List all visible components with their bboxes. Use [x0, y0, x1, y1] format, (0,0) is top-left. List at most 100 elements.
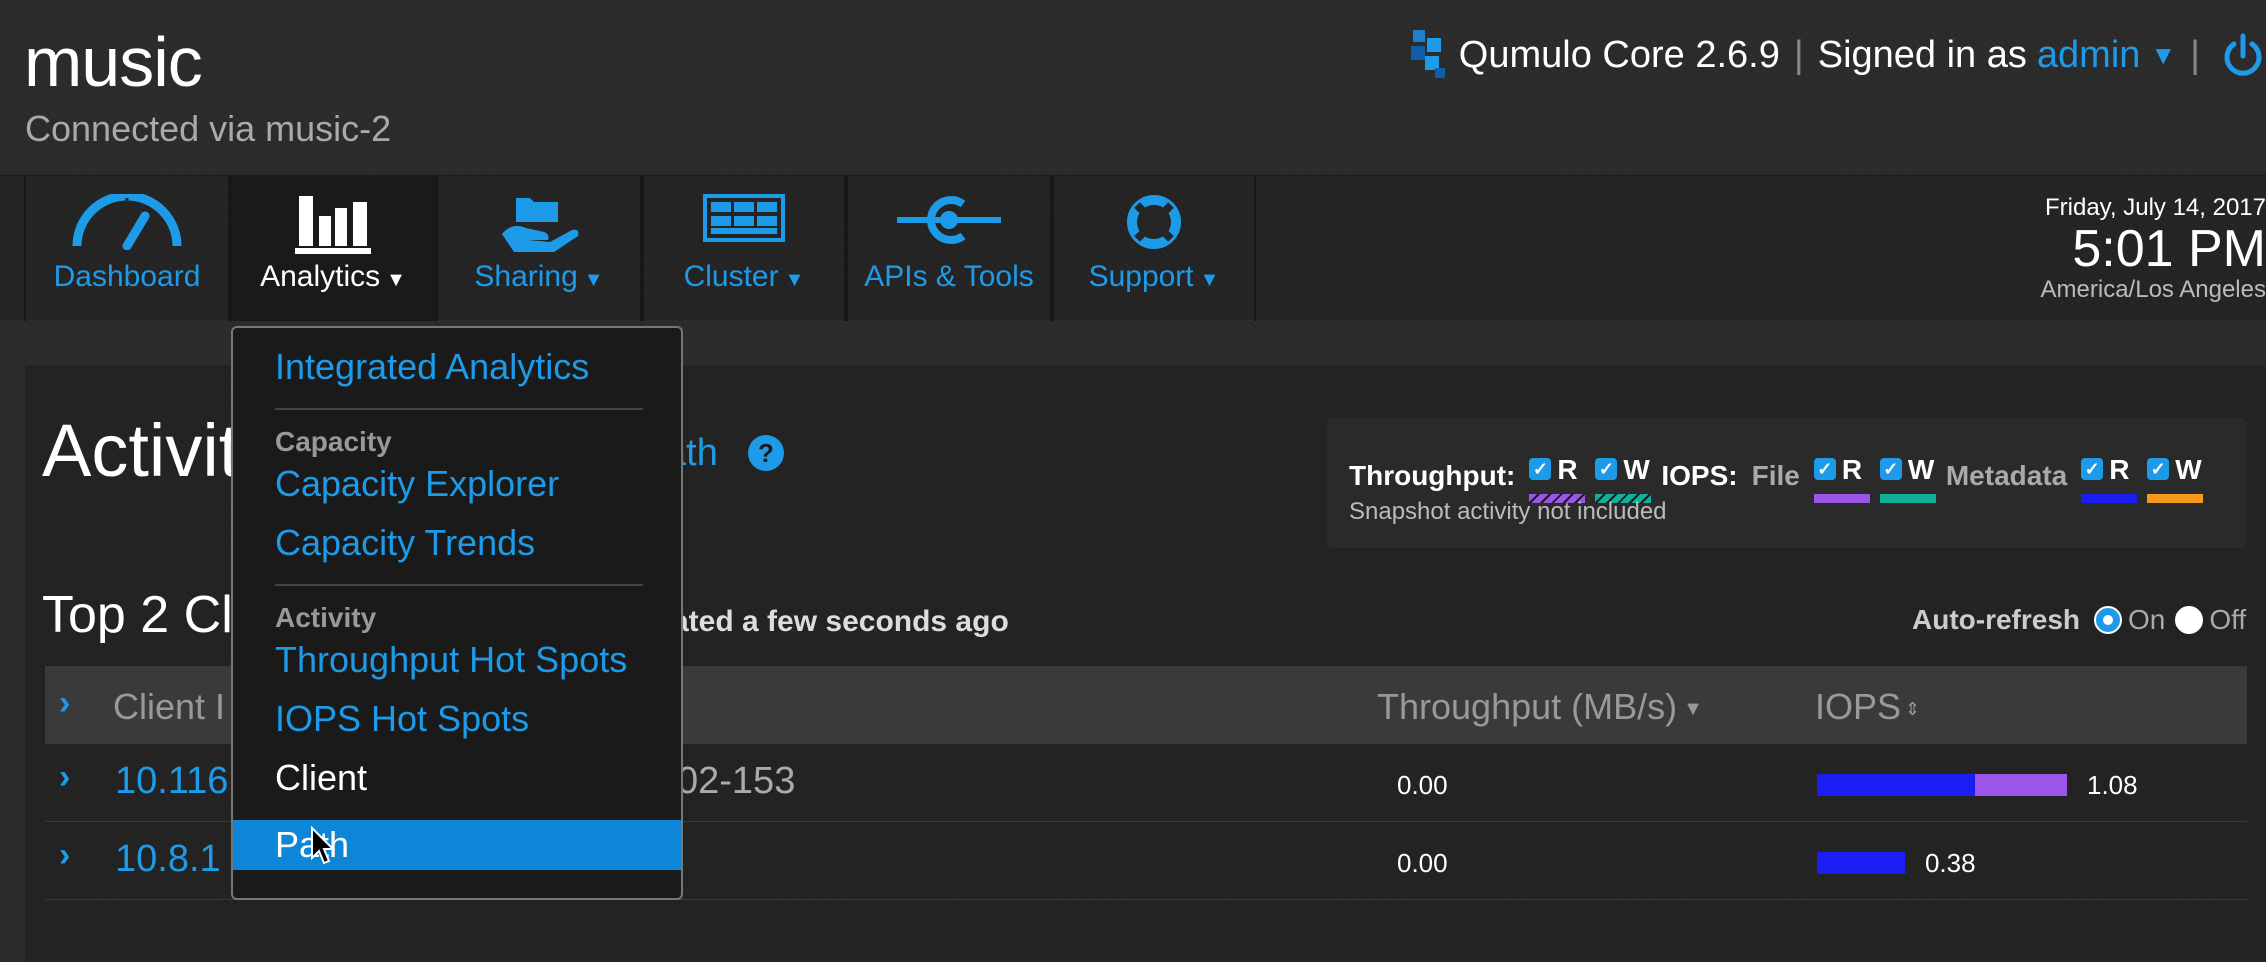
- throughput-value: 0.00: [1397, 770, 1448, 800]
- menu-divider: [275, 408, 643, 410]
- nav-support[interactable]: Support ▼: [1052, 176, 1256, 321]
- auto-refresh-control: Auto-refresh On Off: [1912, 604, 2256, 636]
- expand-row-icon[interactable]: ›: [59, 758, 70, 797]
- activity-legend: Throughput: ✓ R ✓ W IOPS: File ✓ R ✓ W Metad…: [1327, 418, 2247, 548]
- checkbox-checked-icon: ✓: [2147, 458, 2170, 480]
- api-icon: [897, 196, 1001, 244]
- chevron-down-icon: ▼: [1199, 269, 1220, 291]
- connection-status: Connected via music-2: [25, 108, 392, 149]
- write-letter: W: [2175, 454, 2202, 485]
- menu-item-path[interactable]: Path: [233, 820, 681, 870]
- server-rack-icon: [703, 194, 785, 242]
- iops-value: 1.08: [2087, 770, 2138, 800]
- chevron-down-icon: ▼: [784, 269, 805, 291]
- sort-desc-icon: ▼: [1683, 697, 1703, 720]
- menu-heading-activity: Activity: [275, 602, 377, 633]
- expand-row-icon[interactable]: ›: [59, 836, 70, 875]
- menu-item-throughput-hot-spots[interactable]: Throughput Hot Spots: [233, 639, 681, 681]
- auto-refresh-off-radio[interactable]: [2175, 606, 2204, 634]
- nav-label-text: Cluster: [683, 260, 779, 293]
- separator: |: [2190, 33, 2200, 76]
- menu-item-client[interactable]: Client: [233, 757, 681, 799]
- throughput-value: 0.00: [1397, 848, 1448, 878]
- read-letter: R: [2109, 454, 2130, 485]
- iops-label: IOPS:: [1661, 460, 1738, 491]
- legend-swatch: [1879, 494, 1936, 503]
- column-iops[interactable]: IOPS ⇕: [1815, 686, 1920, 728]
- lifebuoy-icon: [1127, 195, 1181, 249]
- client-ip[interactable]: 10.8.1: [115, 838, 221, 881]
- chevron-down-icon: ▼: [583, 269, 604, 291]
- iops-read-segment: [1817, 774, 1975, 796]
- qumulo-logo-icon: [1410, 30, 1445, 78]
- auto-refresh-on-radio[interactable]: [2094, 606, 2123, 634]
- auto-refresh-label: Auto-refresh: [1912, 604, 2081, 635]
- menu-divider: [275, 584, 643, 586]
- write-letter: W: [1907, 454, 1935, 485]
- throughput-read-toggle[interactable]: ✓ R: [1529, 440, 1586, 503]
- file-label: File: [1751, 460, 1800, 491]
- power-icon[interactable]: [2220, 32, 2266, 78]
- off-label: Off: [2209, 604, 2247, 635]
- chevron-down-icon: ▼: [386, 269, 406, 291]
- nav-label: Dashboard: [53, 260, 201, 293]
- last-updated: ated a few seconds ago: [672, 605, 1009, 638]
- sort-icon: ⇕: [1905, 698, 1921, 719]
- current-date: Friday, July 14, 2017: [2044, 194, 2266, 221]
- checkbox-checked-icon: ✓: [1595, 458, 1618, 480]
- mouse-cursor-icon: [311, 826, 336, 865]
- checkbox-checked-icon: ✓: [1879, 458, 1902, 480]
- nav-sharing[interactable]: Sharing ▼: [436, 176, 642, 321]
- write-letter: W: [1623, 454, 1650, 485]
- metadata-write-toggle[interactable]: ✓ W: [2147, 440, 2204, 503]
- hand-folder-icon: [502, 198, 579, 252]
- menu-item-capacity-explorer[interactable]: Capacity Explorer: [233, 463, 681, 505]
- column-client-ip[interactable]: Client I: [113, 686, 225, 728]
- clock: Friday, July 14, 2017 5:01 PM America/Lo…: [2041, 194, 2266, 304]
- iops-write-segment: [1974, 774, 2067, 796]
- user-menu[interactable]: admin: [2037, 34, 2141, 77]
- menu-item-capacity-trends[interactable]: Capacity Trends: [233, 522, 681, 564]
- iops-bar: [1817, 852, 1905, 874]
- file-write-toggle[interactable]: ✓ W: [1879, 440, 1936, 503]
- current-time: 5:01 PM: [2072, 220, 2266, 278]
- bar-chart-icon: [295, 196, 371, 254]
- column-throughput-label: Throughput (MB/s): [1377, 686, 1678, 727]
- nav-label-text: Support: [1088, 260, 1194, 293]
- legend-swatch: [2081, 494, 2138, 503]
- nav-label: Support ▼: [1054, 260, 1254, 294]
- analytics-dropdown-menu: Integrated Analytics Capacity Capacity E…: [231, 326, 683, 900]
- product-version: Qumulo Core 2.6.9: [1458, 33, 1780, 76]
- signed-in-label: Signed in as: [1817, 33, 2027, 76]
- nav-cluster[interactable]: Cluster ▼: [642, 176, 846, 321]
- menu-item-integrated-analytics[interactable]: Integrated Analytics: [233, 346, 681, 388]
- nav-apis-tools[interactable]: APIs & Tools: [846, 176, 1052, 321]
- separator: |: [1793, 33, 1804, 76]
- read-letter: R: [1557, 454, 1578, 485]
- iops-read-segment: [1817, 852, 1905, 874]
- section-title: Top 2 Cli: [42, 586, 245, 644]
- legend-swatch: [2147, 494, 2204, 503]
- nav-label-text: Sharing: [474, 260, 578, 293]
- menu-item-iops-hot-spots[interactable]: IOPS Hot Spots: [233, 698, 681, 740]
- throughput-write-toggle[interactable]: ✓ W: [1595, 440, 1652, 503]
- menu-heading-capacity: Capacity: [275, 426, 392, 457]
- cluster-name: music: [24, 23, 203, 101]
- help-icon[interactable]: ?: [748, 435, 784, 471]
- snapshot-note: Snapshot activity not included: [1349, 498, 1667, 525]
- iops-bar: [1817, 774, 2067, 796]
- nav-analytics[interactable]: Analytics ▼: [230, 176, 436, 321]
- nav-dashboard[interactable]: Dashboard: [24, 176, 230, 321]
- metadata-label: Metadata: [1945, 460, 2068, 491]
- metadata-read-toggle[interactable]: ✓ R: [2081, 440, 2138, 503]
- nav-label: Sharing ▼: [438, 260, 640, 294]
- nav-label: Analytics ▼: [232, 260, 434, 294]
- client-ip[interactable]: 10.116: [115, 760, 228, 803]
- user-menu-caret-icon[interactable]: ▼: [2150, 40, 2176, 71]
- checkbox-checked-icon: ✓: [1529, 458, 1552, 480]
- column-throughput[interactable]: Throughput (MB/s) ▼: [1377, 686, 1703, 728]
- read-letter: R: [1841, 454, 1863, 485]
- main-nav: Dashboard Analytics ▼ Sharing ▼ Cluster ▼: [0, 175, 2266, 321]
- file-read-toggle[interactable]: ✓ R: [1813, 440, 1870, 503]
- expand-all-icon[interactable]: ›: [59, 684, 70, 723]
